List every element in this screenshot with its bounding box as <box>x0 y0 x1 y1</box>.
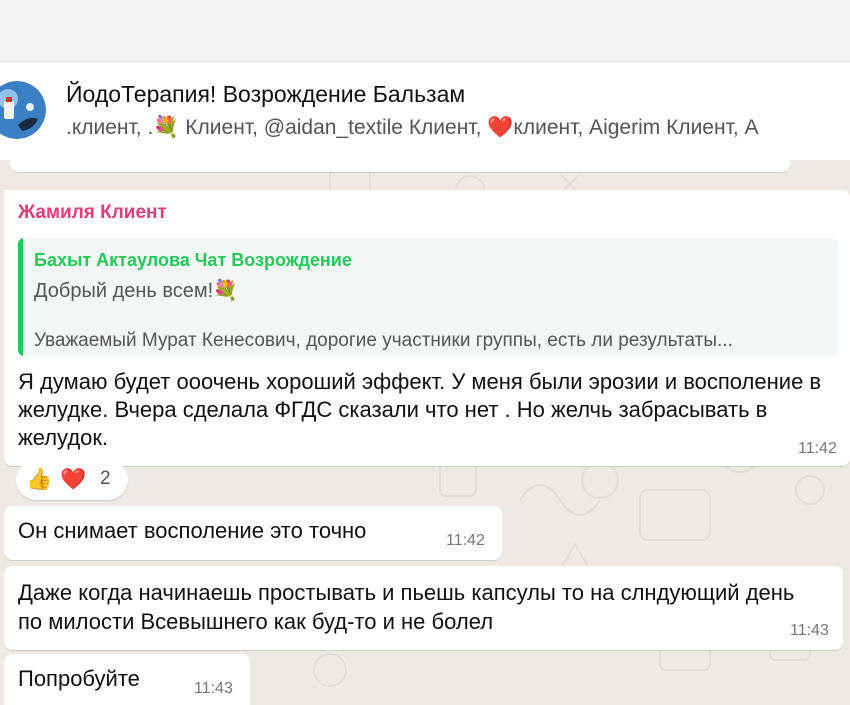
previous-message-bubble[interactable] <box>10 160 790 172</box>
chat-header[interactable]: ЙодоТерапия! Возрождение Бальзам .клиент… <box>0 61 850 161</box>
message-text: Я думаю будет ооочень хороший эффект. У … <box>18 369 822 450</box>
group-avatar[interactable] <box>0 81 46 139</box>
quoted-message[interactable]: Бахыт Актаулова Чат Возрождение Добрый д… <box>18 238 838 356</box>
message-bubble[interactable]: Попробуйте 11:43 <box>4 654 250 705</box>
message-bubble[interactable]: Он снимает восполение это точно 11:42 <box>4 506 502 560</box>
chat-title[interactable]: ЙодоТерапия! Возрождение Бальзам <box>66 81 465 108</box>
sender-name[interactable]: Жамиля Клиент <box>18 202 167 224</box>
window-top-bar <box>0 0 850 60</box>
message-text: Попробуйте <box>18 666 140 691</box>
message-bubble[interactable]: Даже когда начинаешь простывать и пьешь … <box>4 566 843 650</box>
quoted-author: Бахыт Актаулова Чат Возрождение <box>34 250 352 270</box>
reaction-count: 2 <box>100 468 111 489</box>
thumbs-up-icon: 👍 <box>26 468 53 491</box>
quote-accent-bar <box>18 238 23 356</box>
group-avatar-image <box>0 81 46 139</box>
quoted-text-line: Уважаемый Мурат Кенесович, дорогие участ… <box>34 330 733 351</box>
message-bubble[interactable]: Жамиля Клиент Бахыт Актаулова Чат Возрож… <box>4 190 850 466</box>
heart-icon: ❤️ <box>60 468 87 491</box>
quoted-text-line: Добрый день всем!💐 <box>34 280 239 302</box>
message-time: 11:42 <box>446 532 485 549</box>
chat-members-list[interactable]: .клиент, .💐 Клиент, @aidan_textile Клиен… <box>66 116 759 140</box>
message-time: 11:42 <box>798 440 837 457</box>
message-time: 11:43 <box>790 622 829 639</box>
message-text: Даже когда начинаешь простывать и пьешь … <box>18 580 795 634</box>
reactions-pill[interactable]: 👍 ❤️ 2 <box>16 460 128 500</box>
message-list[interactable]: Жамиля Клиент Бахыт Актаулова Чат Возрож… <box>0 160 850 705</box>
message-time: 11:43 <box>194 680 233 697</box>
message-text: Он снимает восполение это точно <box>18 518 367 543</box>
